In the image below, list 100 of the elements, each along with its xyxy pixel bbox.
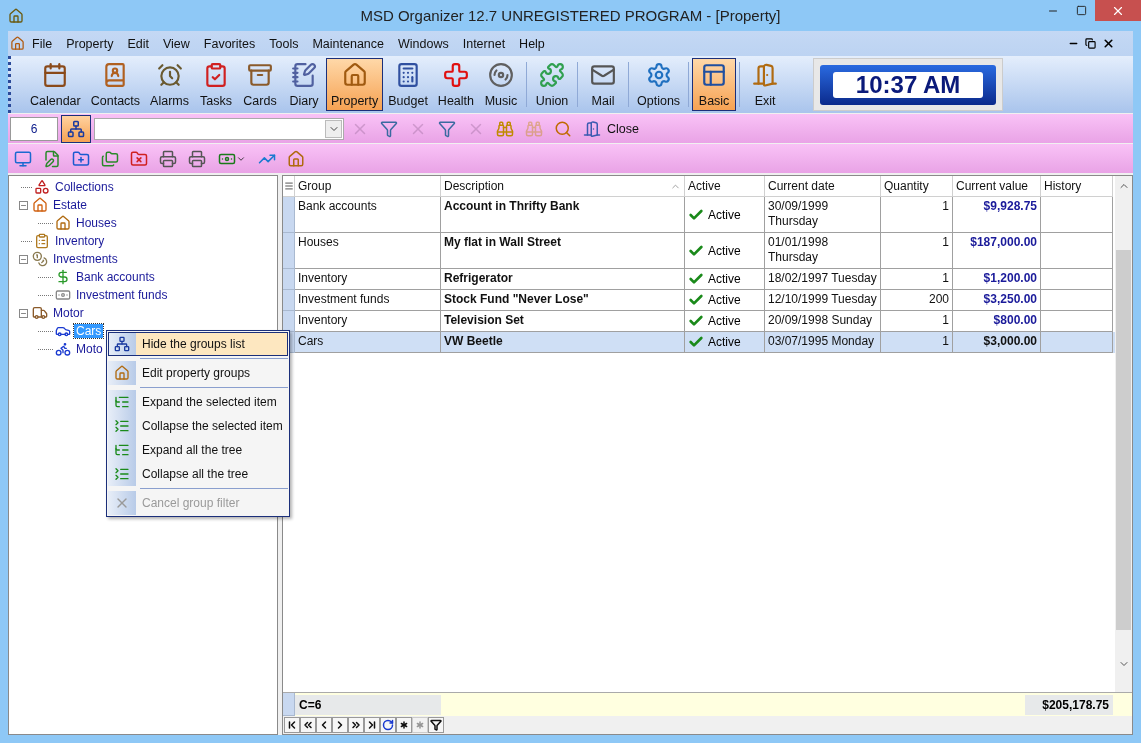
tree-item[interactable]: Inventory bbox=[53, 234, 107, 248]
toolbar-button[interactable]: Property bbox=[326, 58, 384, 111]
house-icon bbox=[32, 197, 48, 213]
menu-item[interactable]: Tools bbox=[262, 36, 306, 51]
toolbar-button[interactable]: Contacts bbox=[85, 58, 146, 111]
toolbar-button[interactable]: Tasks bbox=[194, 58, 238, 111]
table-cell: Investment funds bbox=[295, 290, 441, 311]
tree-item[interactable]: Collections bbox=[53, 180, 116, 194]
menu-item[interactable]: Collapse the selected item bbox=[108, 414, 288, 438]
menu-item[interactable]: Edit bbox=[120, 36, 156, 51]
table-row[interactable]: Bank accounts Account in Thrifty Bank Active 30/09/1999 Thursday 1 $9,928.75 bbox=[283, 197, 1115, 233]
document-edit-icon bbox=[43, 149, 61, 168]
tree-item[interactable]: Moto bbox=[74, 342, 105, 356]
column-header[interactable]: Current value bbox=[953, 176, 1041, 197]
collapse-toggle[interactable] bbox=[19, 254, 28, 264]
column-header[interactable]: History bbox=[1041, 176, 1113, 197]
binoculars-icon bbox=[525, 119, 543, 138]
menu-item[interactable]: Property bbox=[59, 36, 121, 51]
navigator-button[interactable] bbox=[364, 717, 380, 733]
collapse-toggle[interactable] bbox=[19, 200, 28, 210]
column-chooser-icon[interactable] bbox=[283, 181, 294, 191]
menu-item[interactable]: Internet bbox=[455, 36, 513, 51]
menu-item[interactable]: Help bbox=[512, 36, 552, 51]
menu-item[interactable]: Hide the groups list bbox=[108, 332, 288, 356]
toolbar-button[interactable]: Union bbox=[530, 58, 574, 111]
navigator-button[interactable] bbox=[284, 717, 300, 733]
close-group-button[interactable]: Close bbox=[579, 119, 643, 138]
close-icon[interactable] bbox=[1102, 37, 1115, 50]
row-indicator bbox=[283, 311, 295, 332]
maximize-icon bbox=[1075, 5, 1087, 16]
groups-toggle-button[interactable] bbox=[61, 114, 91, 143]
table-cell: Refrigerator bbox=[441, 269, 685, 290]
table-cell: $1,200.00 bbox=[953, 269, 1041, 290]
tree-item[interactable]: Houses bbox=[74, 216, 119, 230]
tree-item[interactable]: Investments bbox=[51, 252, 120, 266]
tree-collapse-icon bbox=[114, 466, 130, 482]
table-cell: Active bbox=[708, 335, 741, 349]
column-header[interactable]: Quantity bbox=[881, 176, 953, 197]
toolbar-button[interactable]: Mail bbox=[581, 58, 625, 111]
clock-time: 10:37 AM bbox=[833, 71, 984, 98]
collapse-toggle[interactable] bbox=[19, 308, 28, 318]
folders-icon bbox=[101, 149, 119, 168]
menu-item[interactable]: Windows bbox=[391, 36, 456, 51]
table-cell: 1 bbox=[881, 332, 953, 353]
column-header[interactable]: Active bbox=[685, 176, 765, 197]
toolbar-button[interactable]: Basic bbox=[692, 58, 737, 111]
table-cell: Active bbox=[708, 293, 741, 307]
tree-item[interactable]: Estate bbox=[51, 198, 90, 212]
house-edit-icon bbox=[114, 365, 130, 381]
navigator-button[interactable] bbox=[348, 717, 364, 733]
binoculars-icon bbox=[496, 119, 514, 138]
table-cell: 30/09/1999 Thursday bbox=[765, 197, 881, 233]
tree-item[interactable]: Bank accounts bbox=[74, 270, 157, 284]
toolbar-button[interactable]: Health bbox=[432, 58, 479, 111]
column-header[interactable]: Current date bbox=[765, 176, 881, 197]
table-cell: 01/01/1998 Thursday bbox=[765, 233, 881, 269]
door-icon bbox=[583, 119, 601, 138]
toolbar-button[interactable]: Exit bbox=[743, 58, 788, 111]
navigator-button[interactable] bbox=[300, 717, 316, 733]
menu-item[interactable]: File bbox=[25, 36, 60, 51]
column-header[interactable]: Description bbox=[441, 176, 685, 197]
column-header[interactable]: Group bbox=[295, 176, 441, 197]
toolbar-button[interactable]: Music bbox=[479, 58, 523, 111]
calendar-icon bbox=[42, 62, 69, 88]
navigator-button[interactable] bbox=[396, 717, 412, 733]
notepad-icon bbox=[291, 62, 317, 88]
table-row[interactable]: Inventory Refrigerator Active 18/02/1997 Tuesday 1 $1,200.00 bbox=[283, 269, 1115, 290]
printer-icon bbox=[159, 149, 177, 168]
menu-item[interactable]: Edit property groups bbox=[108, 361, 288, 385]
record-count-field[interactable]: 6 bbox=[10, 116, 58, 141]
toolbar-button[interactable]: Alarms bbox=[145, 58, 194, 111]
tree-icon bbox=[114, 336, 130, 352]
menu-item[interactable]: Collapse all the tree bbox=[108, 462, 288, 486]
search-icon bbox=[554, 119, 572, 138]
tree-item[interactable]: Motor bbox=[51, 306, 86, 320]
table-row[interactable]: Investment funds Stock Fund "Never Lose" Active 12/10/1999 Tuesday 200 $3,250.00 bbox=[283, 290, 1115, 311]
toolbar-button[interactable]: Cards bbox=[238, 58, 282, 111]
toolbar-button[interactable]: Diary bbox=[282, 58, 326, 111]
tree-item[interactable]: Investment funds bbox=[74, 288, 170, 302]
toolbar-button[interactable]: Budget bbox=[383, 58, 433, 111]
toolbar-button[interactable]: Options bbox=[632, 58, 686, 111]
toolbar-button[interactable]: Calendar bbox=[25, 58, 86, 111]
scrollbar-thumb[interactable] bbox=[1116, 250, 1131, 630]
table-cell: Active bbox=[708, 243, 741, 258]
last-icon bbox=[366, 719, 378, 731]
navigator-button[interactable] bbox=[428, 717, 444, 733]
table-cell: 1 bbox=[881, 197, 953, 233]
navigator-button[interactable] bbox=[316, 717, 332, 733]
gear-icon bbox=[645, 62, 672, 88]
menu-item[interactable]: Favorites bbox=[196, 36, 263, 51]
menu-item[interactable]: View bbox=[155, 36, 197, 51]
folder-delete-icon bbox=[130, 149, 148, 168]
menu-item[interactable]: Maintenance bbox=[305, 36, 391, 51]
row-indicator bbox=[283, 290, 295, 311]
menu-item[interactable]: Expand the selected item bbox=[108, 390, 288, 414]
restore-icon[interactable] bbox=[1085, 38, 1096, 49]
table-row[interactable]: Houses My flat in Wall Street Active 01/01/1998 Thursday 1 $187,000.00 bbox=[283, 233, 1115, 269]
navigator-button[interactable] bbox=[380, 717, 396, 733]
navigator-button[interactable] bbox=[332, 717, 348, 733]
menu-item[interactable]: Expand all the tree bbox=[108, 438, 288, 462]
